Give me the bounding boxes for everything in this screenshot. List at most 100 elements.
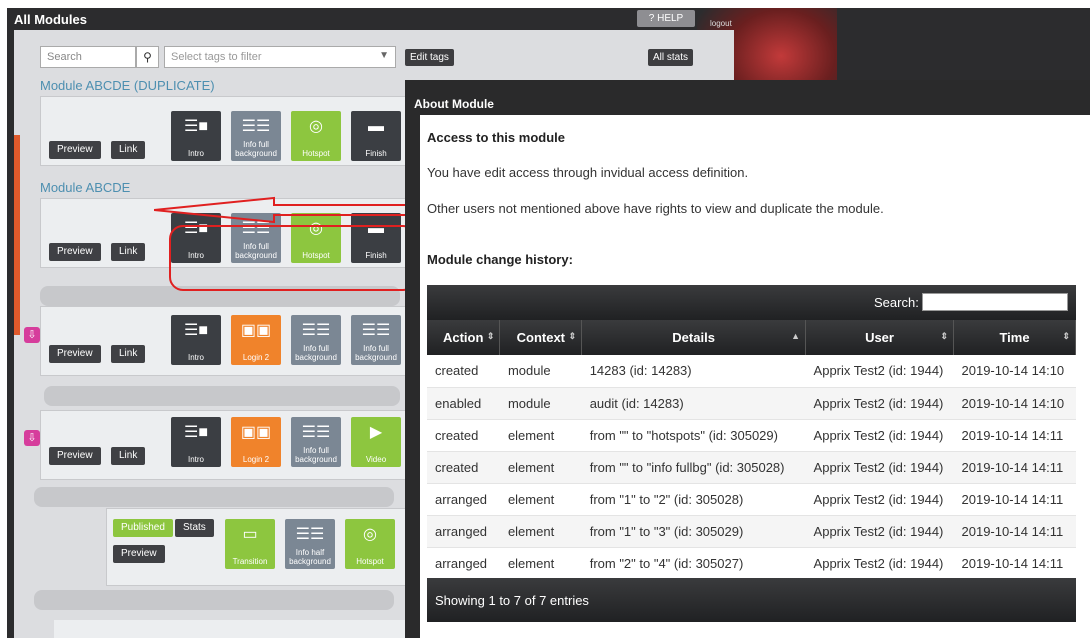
download-icon[interactable]: ⇩ [24,327,40,343]
column-header-time[interactable]: Time ⇕ [953,320,1076,355]
cell-time: 2019-10-14 14:11 [953,419,1076,452]
collapsed-group-bar[interactable] [34,590,394,610]
text-layout-icon: ☰☰ [301,322,331,339]
search-icon[interactable]: ⚲ [136,46,159,68]
module-title[interactable]: Module ABCDE (DUPLICATE) [40,78,215,93]
stats-button[interactable]: Stats [175,519,214,537]
preview-button[interactable]: Preview [49,345,101,363]
module-tile[interactable]: ▶ Video [351,417,401,467]
download-icon[interactable]: ⇩ [24,430,40,446]
module-row: Preview Link ☰■ Intro ▣▣ Login 2 ☰☰ Info… [40,306,420,376]
table-toolbar: Search: [427,285,1076,320]
transition-icon: ▭ [242,526,258,543]
link-button[interactable]: Link [111,141,146,159]
cell-user: Apprix Test2 (id: 1944) [805,515,954,548]
module-tile[interactable]: ▭ Transition [225,519,275,569]
column-header-context[interactable]: Context ⇕ [499,320,583,355]
module-tile[interactable]: ☰☰ Info half background [285,519,335,569]
preview-button[interactable]: Preview [49,447,101,465]
module-tile[interactable]: ◎ Hotspot [345,519,395,569]
module-tile[interactable]: ☰☰ Info full background [291,417,341,467]
text-layout-icon: ☰■ [183,118,208,135]
cell-context: element [499,451,582,484]
table-footer: Showing 1 to 7 of 7 entries [427,578,1076,622]
published-badge[interactable]: Published [113,519,173,537]
cell-context: element [499,483,582,516]
cell-action: created [427,355,500,388]
target-icon: ◎ [363,526,377,543]
module-tile[interactable]: ◎ Hotspot [291,111,341,161]
logout-link[interactable]: logout [710,19,732,28]
tag-filter-placeholder: Select tags to filter [171,51,262,63]
app-title: All Modules [14,12,87,27]
text-layout-icon: ☰☰ [301,424,331,441]
cell-time: 2019-10-14 14:11 [953,451,1076,484]
preview-button[interactable]: Preview [49,243,101,261]
help-button[interactable]: ? HELP [637,10,695,27]
cell-action: arranged [427,483,500,516]
cell-context: element [499,515,582,548]
cell-context: module [499,355,582,388]
edit-tags-button[interactable]: Edit tags [405,49,454,66]
module-tile[interactable]: ☰■ Intro [171,111,221,161]
modal-title: About Module [414,97,494,111]
others-text: Other users not mentioned above have rig… [427,201,884,216]
cell-action: arranged [427,515,500,548]
module-tile[interactable]: ☰☰ Info full background [351,315,401,365]
cell-action: enabled [427,387,500,420]
column-header-details[interactable]: Details ▲ [581,320,807,355]
module-tile[interactable]: ▬ Finish [351,111,401,161]
cell-details: from "1" to "3" (id: 305029) [581,515,806,548]
module-title[interactable]: Module ABCDE [40,180,130,195]
sort-icon: ⇕ [486,331,495,341]
cell-context: module [499,387,582,420]
module-tile[interactable]: ☰☰ Info full background [291,315,341,365]
modal-body: Access to this module You have edit acce… [420,115,1090,638]
module-tile[interactable]: ☰☰ Info full background [231,111,281,161]
cell-user: Apprix Test2 (id: 1944) [805,483,954,516]
text-layout-icon: ☰■ [183,424,208,441]
table-search-input[interactable] [922,293,1068,311]
cell-details: audit (id: 14283) [581,387,806,420]
cell-user: Apprix Test2 (id: 1944) [805,419,954,452]
module-tile[interactable]: ▣▣ Login 2 [231,417,281,467]
link-button[interactable]: Link [111,447,146,465]
cell-action: arranged [427,547,500,580]
cell-user: Apprix Test2 (id: 1944) [805,387,954,420]
all-stats-button[interactable]: All stats [648,49,694,66]
cell-time: 2019-10-14 14:11 [953,483,1076,516]
search-input[interactable]: Search [40,46,136,68]
cell-details: from "1" to "2" (id: 305028) [581,483,806,516]
table-row: arranged element from "1" to "3" (id: 30… [427,515,1076,548]
column-header-action[interactable]: Action ⇕ [427,320,501,355]
sort-icon: ⇕ [940,331,949,341]
cell-time: 2019-10-14 14:11 [953,515,1076,548]
sort-icon: ⇕ [1062,331,1070,341]
collapsed-group-bar[interactable] [34,487,394,507]
link-button[interactable]: Link [111,243,146,261]
module-row: Preview Link ☰■ Intro ▣▣ Login 2 ☰☰ Info… [40,410,420,480]
cell-user: Apprix Test2 (id: 1944) [805,355,954,388]
annotation-arrow-icon [154,196,421,224]
chevron-down-icon: ▼ [379,50,389,61]
finish-icon: ▬ [368,118,384,135]
module-tile[interactable]: ☰■ Intro [171,417,221,467]
link-button[interactable]: Link [111,345,146,363]
table-row: arranged element from "2" to "4" (id: 30… [427,547,1076,580]
text-layout-icon: ☰☰ [295,526,325,543]
collapsed-group-bar[interactable] [44,386,400,406]
preview-button[interactable]: Preview [49,141,101,159]
table-row: created module 14283 (id: 14283) Apprix … [427,355,1076,388]
tag-filter-select[interactable]: Select tags to filter ▼ [164,46,396,68]
module-row: Preview Link ☰■ Intro ☰☰ Info full backg… [40,96,420,166]
module-tile[interactable]: ☰■ Intro [171,315,221,365]
side-accent [14,135,20,335]
cell-time: 2019-10-14 14:10 [953,387,1076,420]
module-row: Published Stats Preview ▭ Transition ☰☰ … [106,508,426,586]
cell-details: from "" to "hotspots" (id: 305029) [581,419,806,452]
preview-button[interactable]: Preview [113,545,165,563]
module-tile[interactable]: ▣▣ Login 2 [231,315,281,365]
table-row: arranged element from "1" to "2" (id: 30… [427,483,1076,516]
cell-user: Apprix Test2 (id: 1944) [805,451,954,484]
column-header-user[interactable]: User ⇕ [805,320,955,355]
